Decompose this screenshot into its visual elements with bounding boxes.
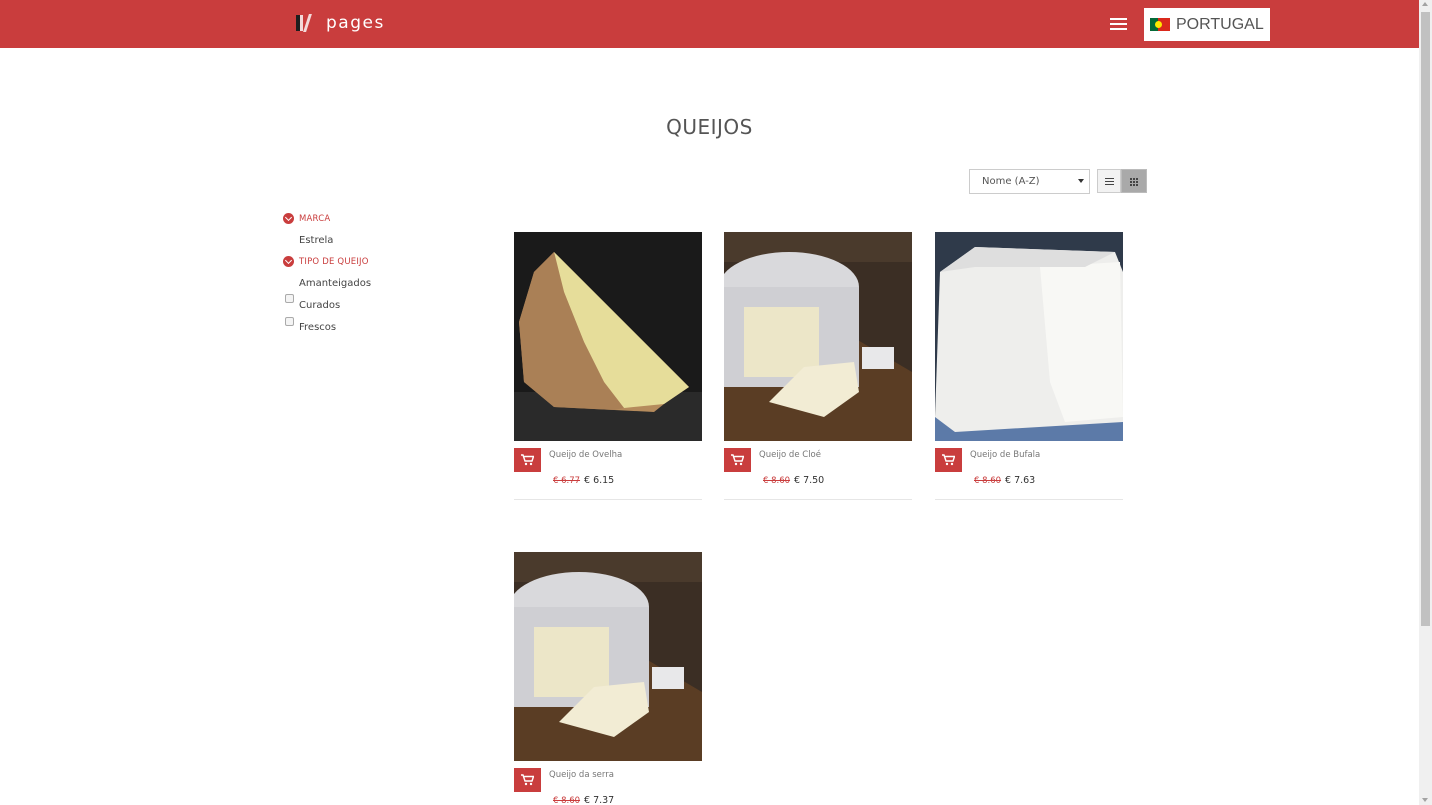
- product-name[interactable]: Queijo de Cloé: [759, 450, 821, 460]
- logo-text: pages: [326, 13, 385, 33]
- vertical-scrollbar[interactable]: [1419, 0, 1432, 805]
- scroll-up-icon[interactable]: [1422, 2, 1428, 6]
- chevron-down-circle-icon: [283, 256, 294, 267]
- caret-down-icon: [1078, 179, 1084, 183]
- product-image[interactable]: [514, 232, 702, 441]
- cart-icon: [731, 454, 744, 466]
- product-name[interactable]: Queijo de Bufala: [970, 450, 1040, 460]
- product-card: Queijo de Cloé € 8.60 € 7.50: [724, 232, 912, 500]
- product-old-price: € 6.77: [553, 476, 581, 486]
- product-old-price: € 8.60: [974, 476, 1002, 486]
- product-price: € 7.50: [794, 475, 825, 486]
- product-card: Queijo de Ovelha € 6.77 € 6.15: [514, 232, 702, 500]
- filter-option-curados[interactable]: Curados: [299, 300, 340, 311]
- page-title: QUEIJOS: [666, 115, 753, 139]
- logo-mark-icon: [296, 13, 316, 33]
- filter-group-label: MARCA: [299, 213, 331, 224]
- product-old-price: € 8.60: [553, 796, 581, 805]
- scroll-down-icon[interactable]: [1422, 798, 1428, 802]
- cart-icon: [942, 454, 955, 466]
- filter-option-amanteigados[interactable]: Amanteigados: [299, 278, 371, 289]
- divider: [935, 499, 1123, 500]
- filter-checkbox-frescos[interactable]: [285, 317, 294, 326]
- product-name[interactable]: Queijo de Ovelha: [549, 450, 622, 460]
- filter-checkbox-curados[interactable]: [285, 294, 294, 303]
- product-image[interactable]: [935, 232, 1123, 441]
- product-card: Queijo da serra € 8.60 € 7.37: [514, 552, 702, 805]
- sort-select[interactable]: Nome (A-Z): [969, 169, 1090, 194]
- product-image[interactable]: [514, 552, 702, 761]
- top-navbar: pages PORTUGAL: [0, 0, 1419, 48]
- divider: [724, 499, 912, 500]
- list-view-button[interactable]: [1097, 169, 1121, 193]
- filter-option-estrela[interactable]: Estrela: [299, 235, 333, 246]
- product-price: € 6.15: [584, 475, 615, 486]
- scrollbar-thumb[interactable]: [1421, 12, 1430, 626]
- add-to-cart-button[interactable]: [935, 448, 962, 472]
- product-price: € 7.37: [584, 795, 615, 805]
- hamburger-menu-icon[interactable]: [1110, 18, 1127, 31]
- filter-option-frescos[interactable]: Frescos: [299, 322, 336, 333]
- filter-group-label: TIPO DE QUEIJO: [299, 256, 369, 267]
- add-to-cart-button[interactable]: [514, 448, 541, 472]
- product-card: Queijo de Bufala € 8.60 € 7.63: [935, 232, 1123, 500]
- country-label: PORTUGAL: [1176, 15, 1264, 33]
- site-logo[interactable]: pages: [296, 13, 385, 33]
- chevron-down-circle-icon: [283, 213, 294, 224]
- grid-view-button[interactable]: [1121, 169, 1147, 193]
- sort-selected-value: Nome (A-Z): [982, 176, 1040, 187]
- cart-icon: [521, 774, 534, 786]
- product-price: € 7.63: [1005, 475, 1036, 486]
- product-old-price: € 8.60: [763, 476, 791, 486]
- product-image[interactable]: [724, 232, 912, 441]
- add-to-cart-button[interactable]: [724, 448, 751, 472]
- filter-group-tipo-de-queijo[interactable]: TIPO DE QUEIJO: [283, 256, 369, 267]
- country-selector[interactable]: PORTUGAL: [1144, 8, 1270, 41]
- add-to-cart-button[interactable]: [514, 768, 541, 792]
- cart-icon: [521, 454, 534, 466]
- product-name[interactable]: Queijo da serra: [549, 770, 614, 780]
- filter-group-marca[interactable]: MARCA: [283, 213, 330, 224]
- portugal-flag-icon: [1150, 18, 1170, 31]
- divider: [514, 499, 702, 500]
